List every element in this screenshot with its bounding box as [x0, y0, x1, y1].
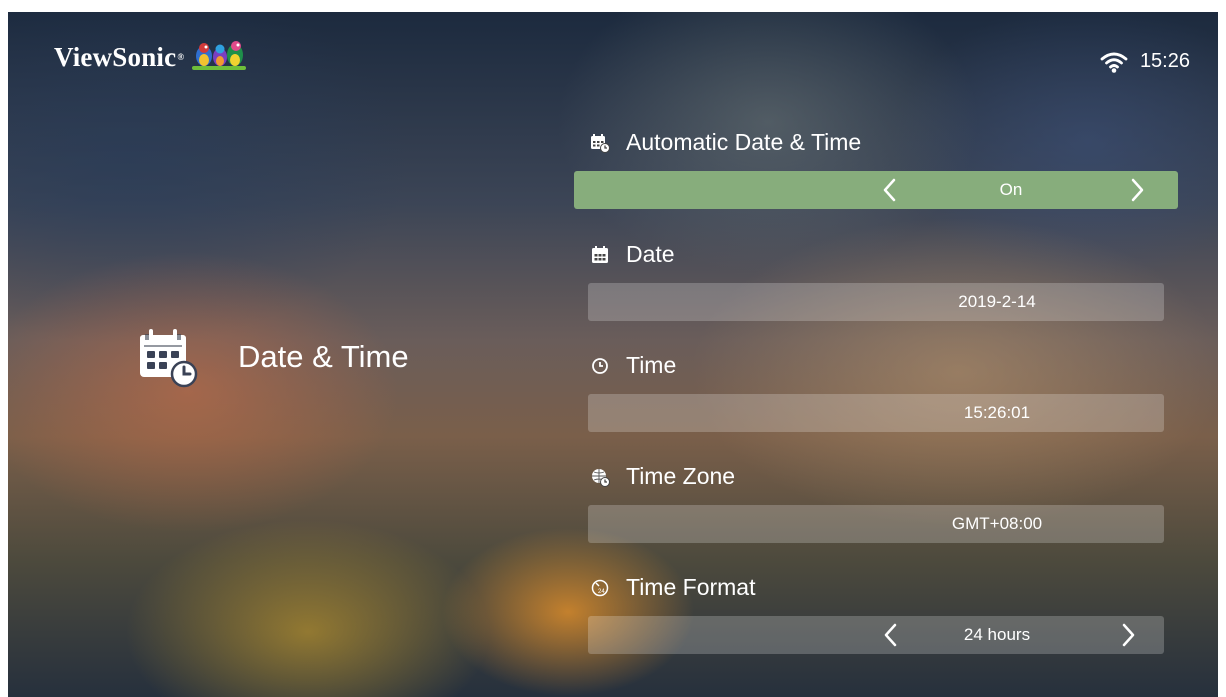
setting-header: 24 Time Format: [590, 574, 756, 601]
brand-name: ViewSonic: [54, 41, 177, 72]
calendar-clock-icon: [140, 329, 198, 388]
wifi-icon: [1100, 52, 1128, 73]
chevron-right-icon[interactable]: [1124, 177, 1150, 203]
brand-logo: ViewSonic ®: [54, 39, 248, 75]
time-zone-field[interactable]: GMT+08:00: [588, 505, 1164, 543]
setting-label: Automatic Date & Time: [626, 129, 862, 155]
setting-value: 15:26:01: [963, 403, 1031, 422]
setting-label: Time: [626, 352, 677, 378]
24h-clock-icon: 24: [590, 578, 610, 598]
setting-header: Date: [590, 241, 675, 268]
date-field[interactable]: 2019-2-14: [588, 283, 1164, 321]
clock-time: 15:26: [1139, 50, 1190, 72]
setting-label: Time Zone: [626, 463, 736, 489]
projector-screen: ViewSonic ® 15:26 Date & Time Automatic …: [8, 12, 1218, 697]
globe-clock-icon: [590, 467, 610, 487]
setting-header: Time: [590, 352, 676, 379]
time-field[interactable]: 15:26:01: [588, 394, 1164, 432]
setting-value: On: [999, 180, 1023, 199]
setting-value: GMT+08:00: [951, 514, 1043, 533]
birds-logo-icon: [192, 41, 247, 70]
setting-label: Time Format: [626, 574, 756, 600]
calendar-sync-icon: [590, 133, 610, 153]
clock-icon: [590, 356, 610, 376]
time-format-selector[interactable]: 24 hours: [588, 616, 1164, 654]
setting-header: Time Zone: [590, 463, 735, 490]
calendar-icon: [590, 245, 610, 265]
page-title: Date & Time: [238, 339, 409, 374]
status-bar: 15:26: [1100, 50, 1190, 73]
setting-value: 24 hours: [963, 625, 1031, 644]
setting-value: 2019-2-14: [958, 292, 1036, 311]
automatic-date-time-selector[interactable]: On: [574, 171, 1178, 209]
chevron-right-icon[interactable]: [1115, 622, 1141, 648]
page-header: Date & Time: [136, 325, 409, 389]
setting-label: Date: [626, 241, 675, 267]
brand-registered-mark: ®: [177, 52, 185, 62]
svg-text:24: 24: [598, 589, 605, 595]
setting-header: Automatic Date & Time: [590, 129, 861, 156]
